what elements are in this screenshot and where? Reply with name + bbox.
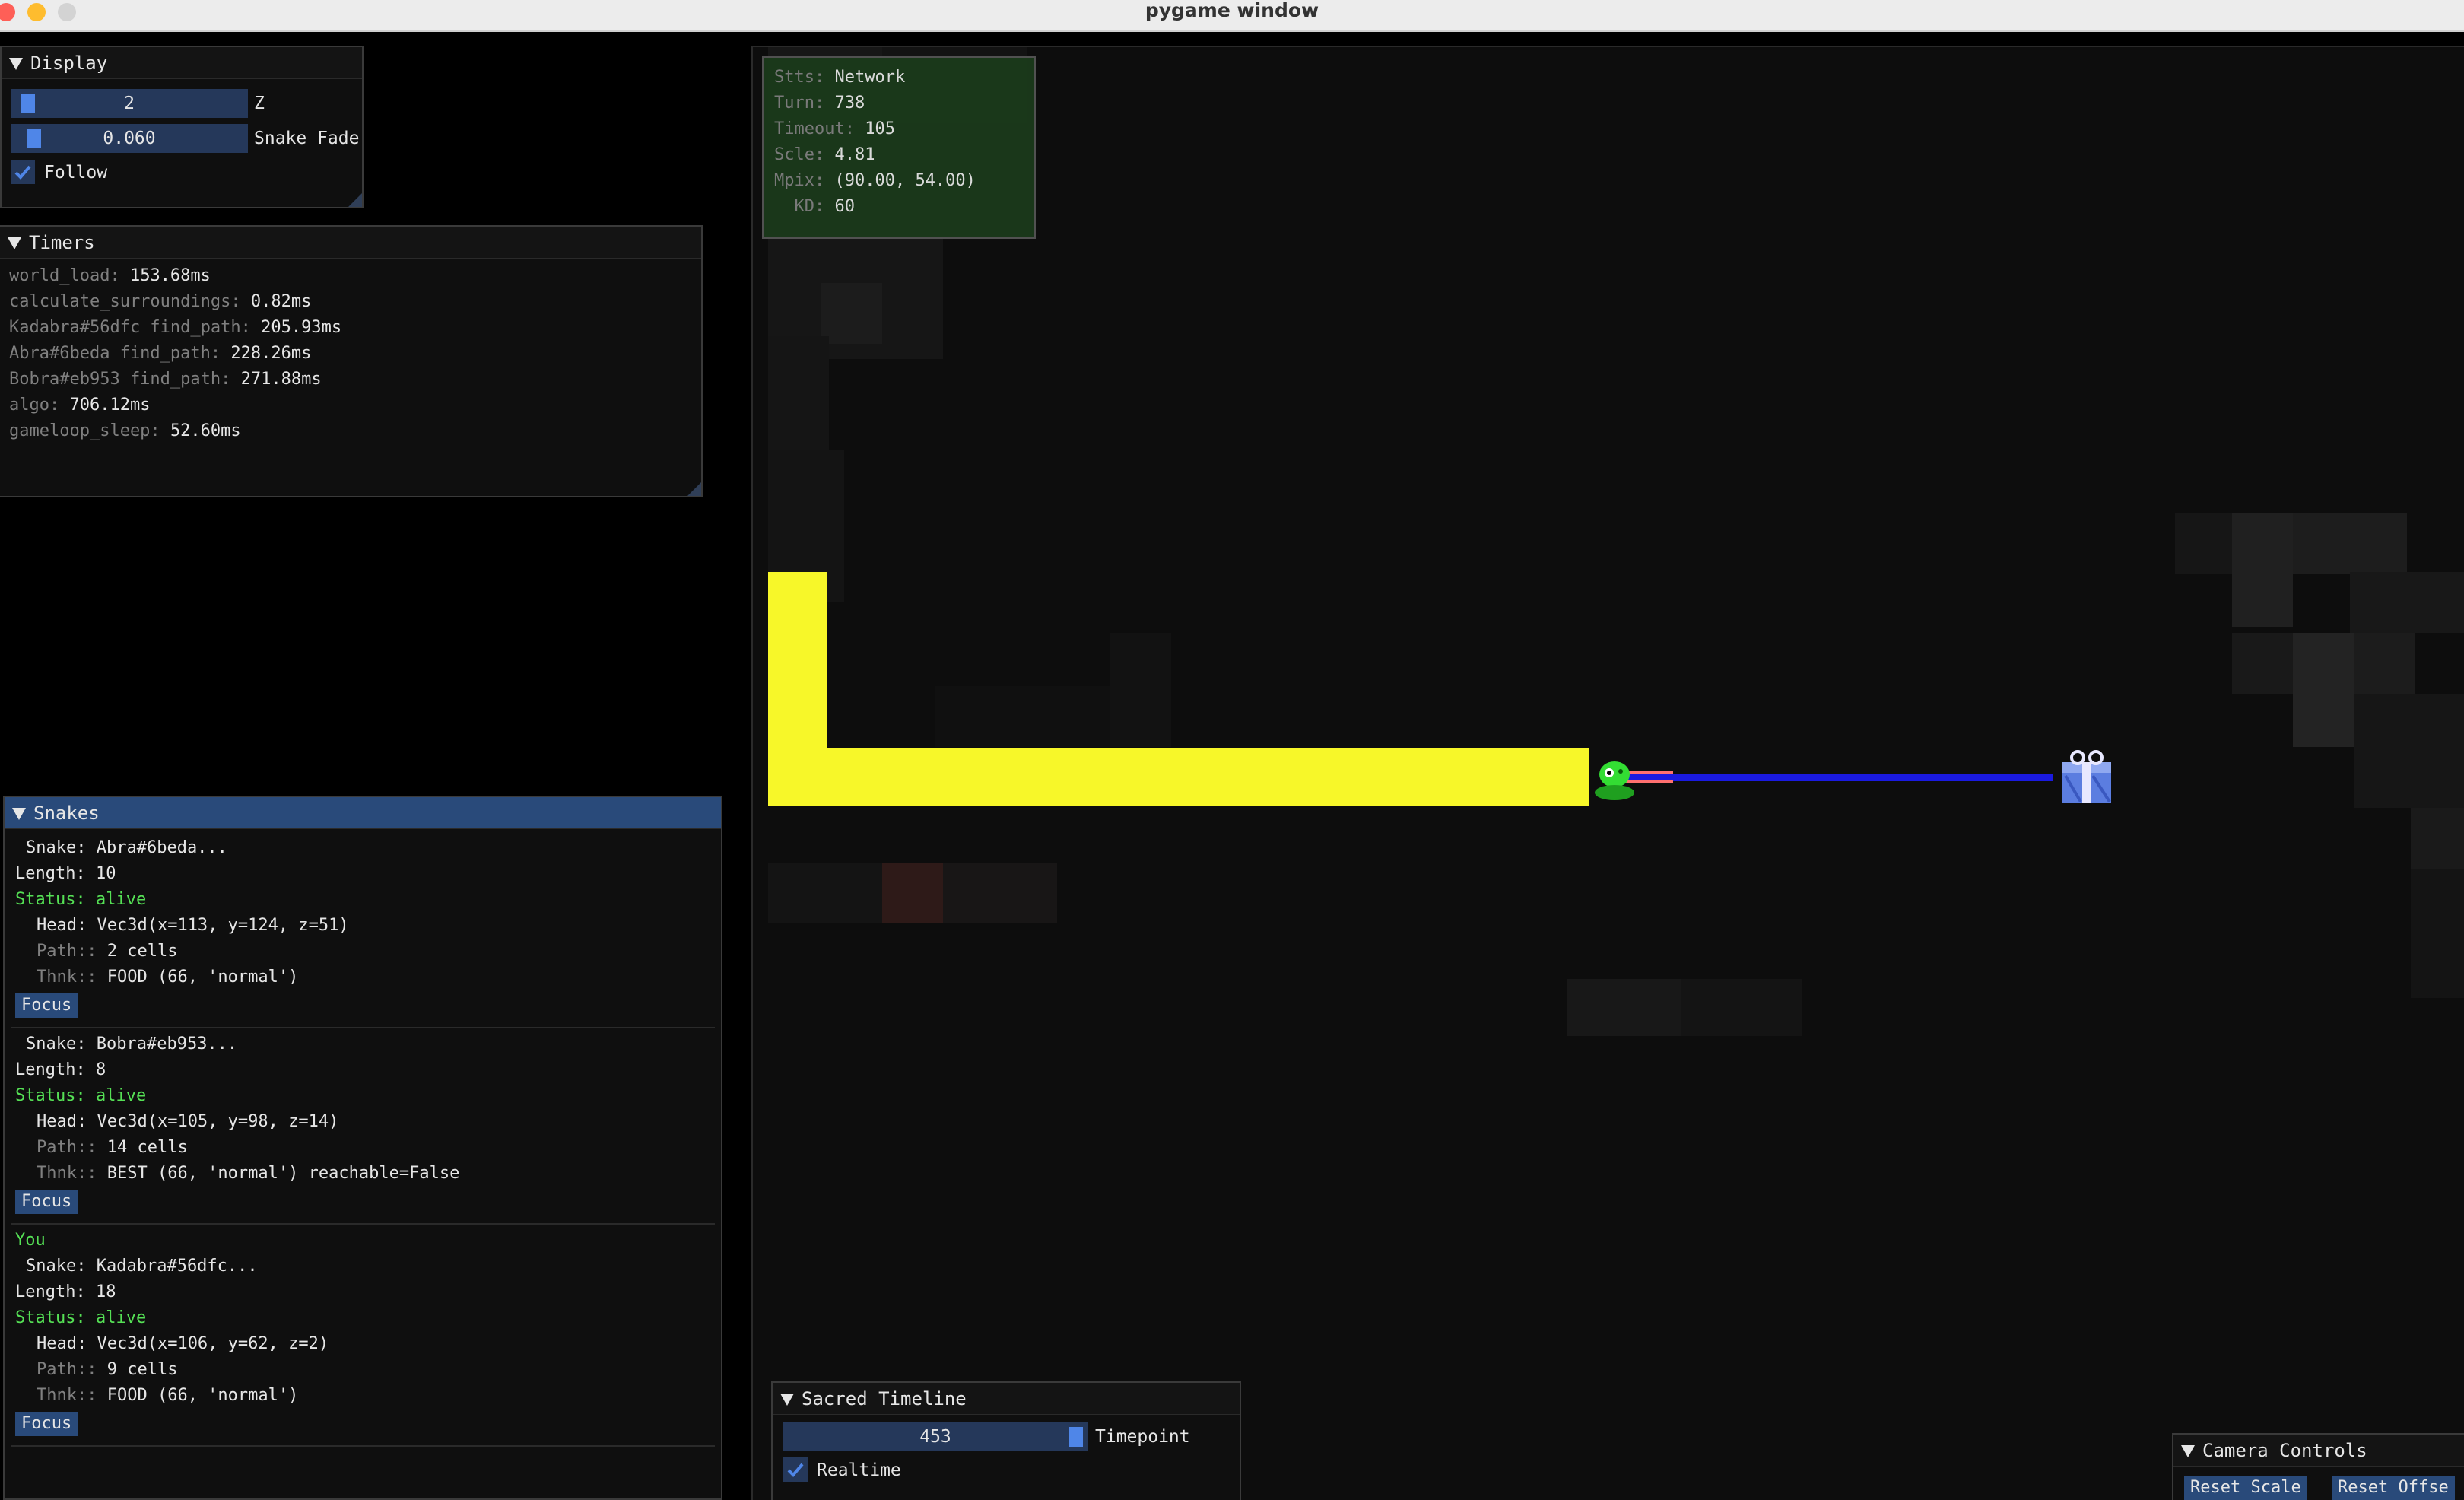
timer-row: algo: 706.12ms — [9, 396, 151, 415]
snake-name: Snake: Abra#6beda... — [26, 838, 227, 857]
checkmark-icon — [14, 165, 31, 180]
grid-tile — [2411, 808, 2464, 869]
grid-tile — [935, 686, 1110, 747]
separator — [11, 1223, 715, 1225]
follow-checkbox[interactable] — [11, 160, 35, 184]
snake-length: Length: 18 — [15, 1282, 116, 1301]
snake-thinking: Thnk:: BEST (66, 'normal') reachable=Fal… — [37, 1164, 460, 1183]
z-slider-label: Z — [254, 94, 265, 113]
snakes-panel-title: Snakes — [33, 802, 100, 824]
food-gift-icon — [2062, 750, 2111, 803]
grid-tile — [2354, 694, 2464, 808]
collapse-triangle-icon[interactable] — [12, 808, 26, 820]
realtime-checkbox[interactable] — [783, 1457, 808, 1482]
camera-controls-header[interactable]: Camera Controls — [2173, 1435, 2464, 1467]
grid-tile — [768, 336, 829, 450]
timepoint-value: 453 — [919, 1427, 951, 1447]
follow-label: Follow — [44, 163, 108, 183]
stats-overlay: Stts: Network Turn: 738 Timeout: 105 Scl… — [762, 56, 1036, 239]
timer-row: gameloop_sleep: 52.60ms — [9, 421, 241, 440]
snake-status: Status: alive — [15, 1308, 147, 1327]
focus-button[interactable]: Focus — [15, 993, 78, 1018]
timers-panel-header[interactable]: Timers — [0, 227, 701, 259]
display-panel-title: Display — [30, 52, 108, 74]
camera-controls-panel: Camera Controls Reset Scale Reset Offse — [2172, 1433, 2464, 1500]
timer-row: Abra#6beda find_path: 228.26ms — [9, 344, 312, 363]
separator — [11, 1445, 715, 1447]
grid-tile — [768, 863, 882, 923]
timeline-panel-header[interactable]: Sacred Timeline — [773, 1383, 1240, 1415]
separator — [11, 1027, 715, 1028]
window-titlebar: pygame window — [0, 0, 2464, 32]
timer-row: calculate_surroundings: 0.82ms — [9, 292, 312, 311]
timer-row: world_load: 153.68ms — [9, 266, 211, 285]
focus-button[interactable]: Focus — [15, 1412, 78, 1436]
snake-head-icon — [1595, 761, 1634, 800]
snake-head-position: Head: Vec3d(x=105, y=98, z=14) — [37, 1112, 339, 1131]
grid-tile — [2350, 572, 2464, 633]
display-panel: Display 2 Z 0.060 Snake Fade Follow — [0, 46, 364, 208]
snake-name: Snake: Kadabra#56dfc... — [26, 1257, 258, 1276]
camera-controls-title: Camera Controls — [2202, 1440, 2367, 1461]
resize-grip[interactable] — [687, 482, 701, 496]
grid-tile — [1110, 633, 1171, 747]
timer-row: Kadabra#56dfc find_path: 205.93ms — [9, 318, 342, 337]
snake-head-position: Head: Vec3d(x=106, y=62, z=2) — [37, 1334, 329, 1353]
snake-length: Length: 10 — [15, 864, 116, 883]
grid-tile — [1681, 979, 1802, 1036]
snake-thinking: Thnk:: FOOD (66, 'normal') — [37, 1386, 299, 1405]
game-viewport[interactable] — [751, 46, 2464, 1500]
reset-offset-button[interactable]: Reset Offse — [2332, 1476, 2455, 1500]
snake-thinking: Thnk:: FOOD (66, 'normal') — [37, 968, 299, 987]
window-title: pygame window — [1145, 0, 1319, 21]
snake-body-horizontal — [768, 748, 1589, 806]
timepoint-label: Timepoint — [1095, 1427, 1190, 1447]
grid-tile — [2232, 633, 2293, 694]
checkmark-icon — [787, 1463, 804, 1477]
timeline-panel: Sacred Timeline 453 Timepoint Realtime — [771, 1381, 1241, 1500]
snake-path: Path:: 2 cells — [37, 942, 178, 961]
collapse-triangle-icon[interactable] — [780, 1394, 794, 1406]
snake-fade-value: 0.060 — [103, 129, 156, 148]
grid-tile — [943, 863, 1057, 923]
realtime-label: Realtime — [817, 1460, 901, 1480]
snake-path: Path:: 14 cells — [37, 1138, 188, 1157]
collapse-triangle-icon[interactable] — [8, 237, 21, 249]
timeline-panel-title: Sacred Timeline — [802, 1388, 967, 1409]
reset-scale-button[interactable]: Reset Scale — [2184, 1476, 2307, 1500]
grid-tile — [2411, 869, 2464, 998]
grid-tile — [821, 283, 882, 344]
grid-tile — [2354, 633, 2415, 694]
collapse-triangle-icon[interactable] — [2181, 1445, 2195, 1457]
grid-tile — [1567, 979, 1681, 1036]
grid-tile — [2293, 633, 2354, 747]
grid-tile — [882, 863, 943, 923]
focus-button[interactable]: Focus — [15, 1190, 78, 1214]
snakes-panel-header[interactable]: Snakes — [5, 797, 721, 829]
grid-tile — [2293, 513, 2407, 574]
planned-path-line — [1620, 774, 2053, 781]
snake-fade-slider[interactable]: 0.060 — [11, 124, 248, 153]
timepoint-slider[interactable]: 453 — [783, 1422, 1088, 1451]
grid-tile — [2232, 513, 2293, 627]
timers-panel-title: Timers — [29, 232, 95, 253]
collapse-triangle-icon[interactable] — [9, 58, 23, 70]
snake-length: Length: 8 — [15, 1060, 106, 1079]
resize-grip[interactable] — [348, 193, 362, 207]
snake-fade-label: Snake Fade — [254, 129, 360, 148]
snake-head-position: Head: Vec3d(x=113, y=124, z=51) — [37, 916, 349, 935]
snake-status: Status: alive — [15, 890, 147, 909]
z-slider-value: 2 — [124, 94, 135, 113]
timer-row: Bobra#eb953 find_path: 271.88ms — [9, 370, 322, 389]
z-slider[interactable]: 2 — [11, 89, 248, 118]
you-label: You — [15, 1231, 46, 1250]
snake-path: Path:: 9 cells — [37, 1360, 178, 1379]
snake-status: Status: alive — [15, 1086, 147, 1105]
snake-name: Snake: Bobra#eb953... — [26, 1034, 238, 1053]
display-panel-header[interactable]: Display — [2, 47, 362, 79]
snakes-panel: Snakes Snake: Abra#6beda... Length: 10 S… — [3, 796, 722, 1500]
timers-panel: Timers world_load: 153.68ms calculate_su… — [0, 225, 703, 497]
